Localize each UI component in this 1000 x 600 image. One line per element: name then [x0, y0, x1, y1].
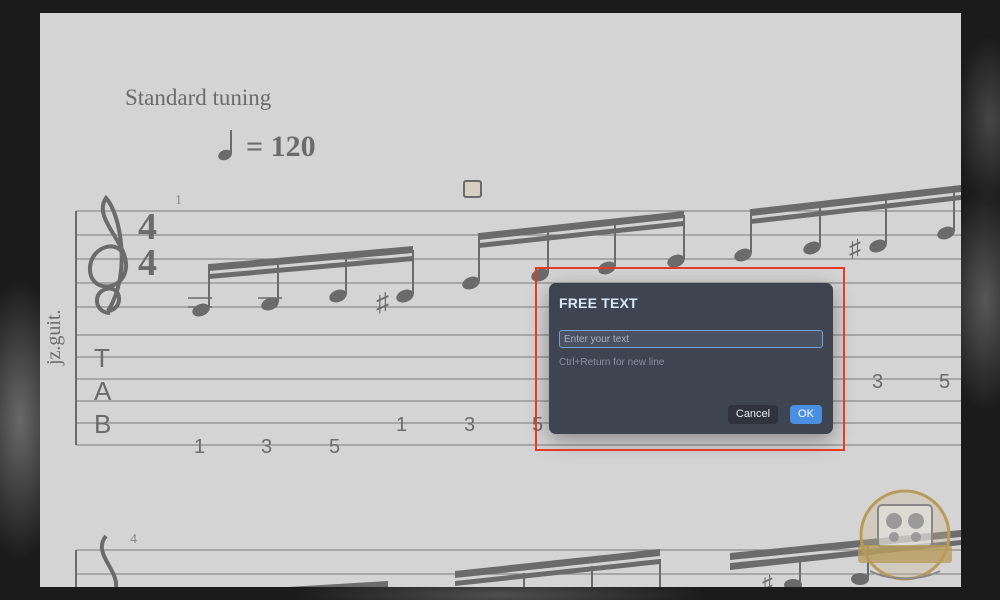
tab-number: 3: [261, 436, 272, 458]
tab-number: 1: [194, 436, 205, 458]
note-group-3: ♯: [734, 185, 961, 262]
tab-number: 5: [939, 371, 950, 393]
tab-number: 3: [872, 371, 883, 393]
tab-clef-a: A: [94, 376, 112, 406]
measure-number-1: 1: [175, 193, 182, 208]
tempo-value: = 120: [246, 130, 316, 163]
svg-text:♯: ♯: [849, 235, 861, 262]
tempo-note-icon: [218, 130, 232, 161]
tab-clef-t: T: [94, 343, 110, 373]
sharp-icon: ♯: [376, 287, 389, 317]
note-group-1: ♯: [188, 246, 414, 317]
annotation-marker[interactable]: [463, 180, 482, 198]
tab-number: 1: [396, 414, 407, 436]
highlight-box: [535, 267, 845, 451]
tab-number: 3: [464, 414, 475, 436]
treble-clef-icon: [87, 194, 129, 315]
svg-text:♯: ♯: [762, 571, 773, 587]
tab-number: 5: [329, 436, 340, 458]
measure-number-4: 4: [130, 532, 137, 547]
tab-clef-b: B: [94, 409, 111, 439]
tuning-label: Standard tuning: [125, 85, 272, 110]
treble-clef-icon-2: [99, 534, 119, 587]
instrument-label: jz.guit.: [43, 309, 65, 366]
speaker-badge-logo: [850, 485, 960, 587]
time-signature-bottom: 4: [138, 242, 157, 284]
